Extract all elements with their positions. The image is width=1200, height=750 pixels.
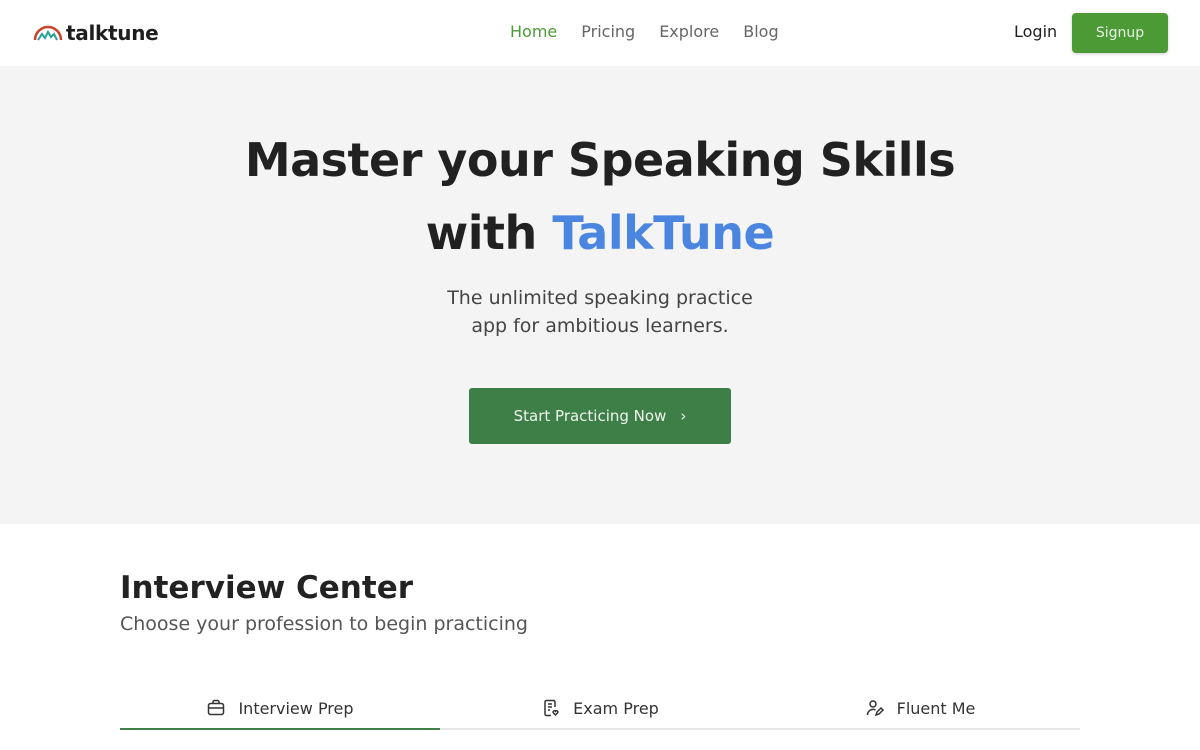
logo[interactable]: talktune <box>33 18 159 48</box>
start-practicing-button[interactable]: Start Practicing Now › <box>469 388 731 444</box>
tab-label: Exam Prep <box>573 698 659 718</box>
signup-button[interactable]: Signup <box>1072 13 1168 53</box>
hero-subtitle-line1: The unlimited speaking practice <box>447 287 753 309</box>
briefcase-icon <box>208 699 225 716</box>
login-link[interactable]: Login <box>1014 22 1057 41</box>
tab-exam-prep[interactable]: Exam Prep <box>440 688 760 728</box>
nav-link-blog[interactable]: Blog <box>743 22 778 41</box>
hero-title-line1: Master your Speaking Skills <box>244 133 956 187</box>
chevron-right-icon: › <box>680 407 687 425</box>
hero-subtitle: The unlimited speaking practice app for … <box>0 284 1200 340</box>
hero-title-line2: with TalkTune <box>0 197 1200 270</box>
tab-label: Fluent Me <box>896 698 976 718</box>
logo-icon <box>33 25 63 41</box>
nav-link-home[interactable]: Home <box>510 22 557 41</box>
hero-section: Master your Speaking Skills with TalkTun… <box>0 66 1200 524</box>
cta-label: Start Practicing Now <box>513 407 667 425</box>
hero-title: Master your Speaking Skills with TalkTun… <box>0 124 1200 270</box>
user-edit-icon <box>866 700 884 717</box>
tab-label: Interview Prep <box>238 698 354 718</box>
section-subtitle: Choose your profession to begin practici… <box>120 613 528 635</box>
nav-link-pricing[interactable]: Pricing <box>581 22 635 41</box>
nav-links: Home Pricing Explore Blog <box>510 22 803 41</box>
section-title: Interview Center <box>120 570 414 606</box>
navbar: talktune Home Pricing Explore Blog Login… <box>0 0 1200 66</box>
tab-fluent-me[interactable]: Fluent Me <box>760 688 1080 728</box>
nav-link-explore[interactable]: Explore <box>659 22 719 41</box>
hero-subtitle-line2: app for ambitious learners. <box>471 315 729 337</box>
tab-interview-prep[interactable]: Interview Prep <box>120 688 440 730</box>
logo-text: talktune <box>66 21 159 45</box>
tabs: Interview Prep Exam Prep Fluent Me <box>120 688 1080 730</box>
hero-title-prefix: with <box>425 206 538 260</box>
hero-title-brand: TalkTune <box>552 206 775 260</box>
exam-document-icon <box>544 699 559 717</box>
